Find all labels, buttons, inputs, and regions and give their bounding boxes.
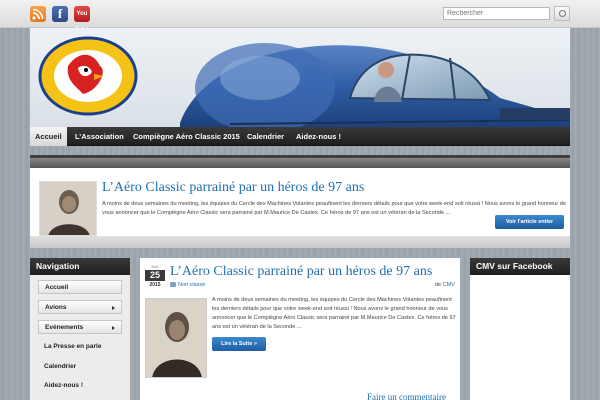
chevron-right-icon <box>112 306 115 310</box>
add-comment-link[interactable]: Faire un commentaire <box>367 392 446 400</box>
post-category-link[interactable]: Non classé <box>178 282 205 288</box>
featured-slider: L’Aéro Classic parrainé par un héros de … <box>30 155 570 248</box>
facebook-widget: CMV sur Facebook <box>470 258 570 400</box>
sidebar-item-label: La Presse en parle <box>44 343 102 350</box>
post-title[interactable]: L’Aéro Classic parrainé par un héros de … <box>170 264 432 280</box>
sidebar-item-calendrier[interactable]: Calendrier <box>38 360 122 374</box>
sidebar-title: Navigation <box>30 258 130 275</box>
slider-top-bar <box>30 158 570 168</box>
post-author-prefix: de <box>435 282 442 288</box>
slide-thumbnail[interactable] <box>39 181 97 236</box>
post-author-link[interactable]: CMV <box>443 282 455 288</box>
sidebar-item-label: Aidez-nous ! <box>44 382 83 389</box>
rss-icon[interactable] <box>30 6 46 22</box>
folder-icon <box>170 282 176 287</box>
sidebar-item-avions[interactable]: Avions <box>38 300 122 314</box>
nav-item-accueil[interactable]: Accueil <box>30 127 67 146</box>
search-button[interactable] <box>554 6 570 21</box>
main-navigation: Accueil L’Association Compiègne Aéro Cla… <box>30 127 570 146</box>
post-date-badge: MAI 25 2015 <box>145 263 165 293</box>
sidebar-item-label: Accueil <box>45 284 69 291</box>
sidebar-item-accueil[interactable]: Accueil <box>38 280 122 294</box>
read-more-button[interactable]: Lire la Suite » <box>212 337 266 351</box>
search-input[interactable] <box>443 7 550 20</box>
site-logo[interactable] <box>38 36 138 116</box>
top-bar: f You Tube <box>0 0 600 33</box>
sidebar-item-evenements[interactable]: Evénements <box>38 320 122 334</box>
post-date-year: 2015 <box>149 282 161 288</box>
post-excerpt: A moins de deux semaines du meeting, les… <box>212 297 456 330</box>
header-banner <box>30 28 570 128</box>
sidebar-item-label: Avions <box>45 304 67 311</box>
sidebar-item-aidez-nous[interactable]: Aidez-nous ! <box>38 379 122 393</box>
post-date-month: MAI <box>151 264 159 269</box>
sidebar-item-label: Calendrier <box>44 363 77 370</box>
nav-item-aidez-nous[interactable]: Aidez-nous ! <box>292 127 345 146</box>
youtube-icon[interactable]: You Tube <box>74 6 90 33</box>
post-thumbnail[interactable] <box>145 298 207 378</box>
sidebar-item-label: Evénements <box>45 324 84 331</box>
slider-bottom-bar <box>30 236 570 248</box>
read-full-article-button[interactable]: Voir l'article entier <box>495 215 564 229</box>
blog-post: MAI 25 2015 L’Aéro Classic parrainé par … <box>140 258 460 400</box>
sidebar-navigation: Navigation Accueil Avions Evénements La … <box>30 258 130 400</box>
chevron-right-icon <box>112 326 115 330</box>
nav-item-association[interactable]: L’Association <box>71 127 128 146</box>
nav-item-calendrier[interactable]: Calendrier <box>243 127 288 146</box>
post-author: de CMV <box>435 282 455 288</box>
nav-item-compiegne-aero-classic[interactable]: Compiègne Aéro Classic 2015 <box>129 127 244 146</box>
slide-title[interactable]: L’Aéro Classic parrainé par un héros de … <box>102 180 364 196</box>
post-date-day: 25 <box>145 270 165 281</box>
facebook-widget-title: CMV sur Facebook <box>470 258 570 275</box>
sidebar-item-presse[interactable]: La Presse en parle <box>38 340 122 354</box>
facebook-icon[interactable]: f <box>52 6 68 22</box>
